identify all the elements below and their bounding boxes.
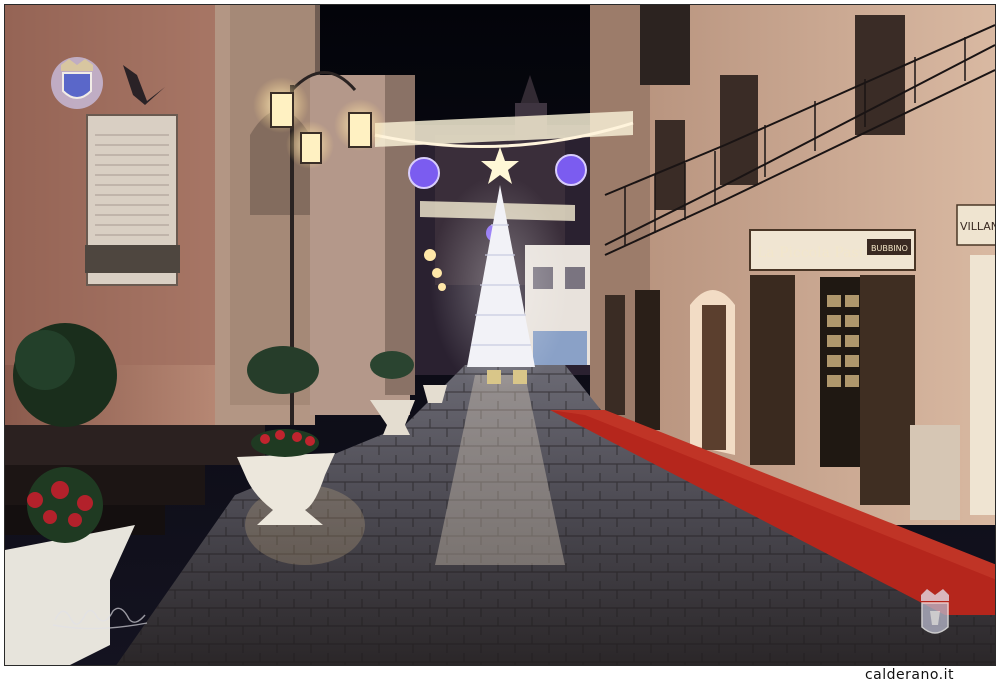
- planter-shrub-left: [13, 323, 117, 427]
- shop-door-right: [860, 275, 915, 505]
- shop-badge-text: BUBBINO: [871, 244, 908, 253]
- street-night-photo: La Piccola Pasticceria BUBBINO VILLANI: [5, 5, 996, 665]
- caption-bar: calderano.it: [4, 667, 996, 685]
- photo-frame: La Piccola Pasticceria BUBBINO VILLANI: [4, 4, 996, 666]
- shop-door-left: [750, 275, 795, 465]
- side-sign-text: VILLANI: [960, 220, 996, 233]
- crest-watermark-icon: [921, 589, 949, 634]
- coat-of-arms-emblem: [51, 57, 103, 109]
- site-watermark-text: calderano.it: [864, 667, 954, 683]
